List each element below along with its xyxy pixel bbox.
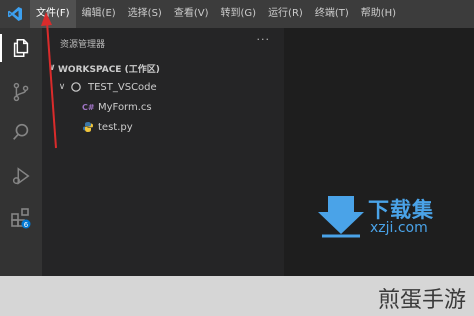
vscode-logo-icon <box>0 0 30 28</box>
watermark: 下载集 xzji.com <box>316 194 456 242</box>
caption-text: 煎蛋手游 <box>377 288 466 313</box>
folder-item[interactable]: ∨ TEST_VSCode <box>56 78 157 96</box>
watermark-url: xzji.com <box>370 220 428 236</box>
menu-go[interactable]: 转到(G) <box>215 0 263 28</box>
chevron-down-icon: ∨ <box>58 82 66 92</box>
menu-terminal[interactable]: 终端(T) <box>309 0 355 28</box>
file-label: test.py <box>98 121 133 133</box>
file-item[interactable]: test.py <box>82 118 133 136</box>
svg-text:6: 6 <box>24 221 29 229</box>
menu-bar: 文件(F) 编辑(E) 选择(S) 查看(V) 转到(G) 运行(R) 终端(T… <box>0 0 474 28</box>
file-label: MyForm.cs <box>98 101 152 113</box>
explorer-title: 资源管理器 <box>60 40 106 50</box>
file-item[interactable]: C# MyForm.cs <box>82 98 152 116</box>
python-file-icon <box>83 122 93 132</box>
workspace-label: WORKSPACE (工作区) <box>58 64 160 75</box>
activity-bar: 6 <box>0 28 42 276</box>
explorer-icon[interactable] <box>0 30 42 66</box>
menu-file[interactable]: 文件(F) <box>30 0 76 28</box>
menu-edit[interactable]: 编辑(E) <box>76 0 122 28</box>
extensions-icon[interactable]: 6 <box>0 200 42 236</box>
more-actions-button[interactable]: ··· <box>257 33 271 46</box>
chevron-down-icon: ∨ <box>48 63 56 73</box>
run-debug-icon[interactable] <box>0 158 42 194</box>
source-control-icon[interactable] <box>0 74 42 110</box>
caption-strip: 煎蛋手游 <box>0 276 474 316</box>
folder-root-icon <box>71 82 81 92</box>
download-arrow-icon <box>318 196 364 238</box>
menu-run[interactable]: 运行(R) <box>262 0 309 28</box>
menu-view[interactable]: 查看(V) <box>168 0 215 28</box>
menu-selection[interactable]: 选择(S) <box>122 0 168 28</box>
search-icon[interactable] <box>0 114 42 150</box>
explorer-panel: 资源管理器 ··· ∨ WORKSPACE (工作区) ∨ TEST_VSCod… <box>42 28 284 276</box>
csharp-file-icon: C# <box>82 102 95 112</box>
folder-label: TEST_VSCode <box>88 81 157 93</box>
workspace-header[interactable]: ∨ WORKSPACE (工作区) <box>46 59 160 77</box>
menu-help[interactable]: 帮助(H) <box>355 0 402 28</box>
